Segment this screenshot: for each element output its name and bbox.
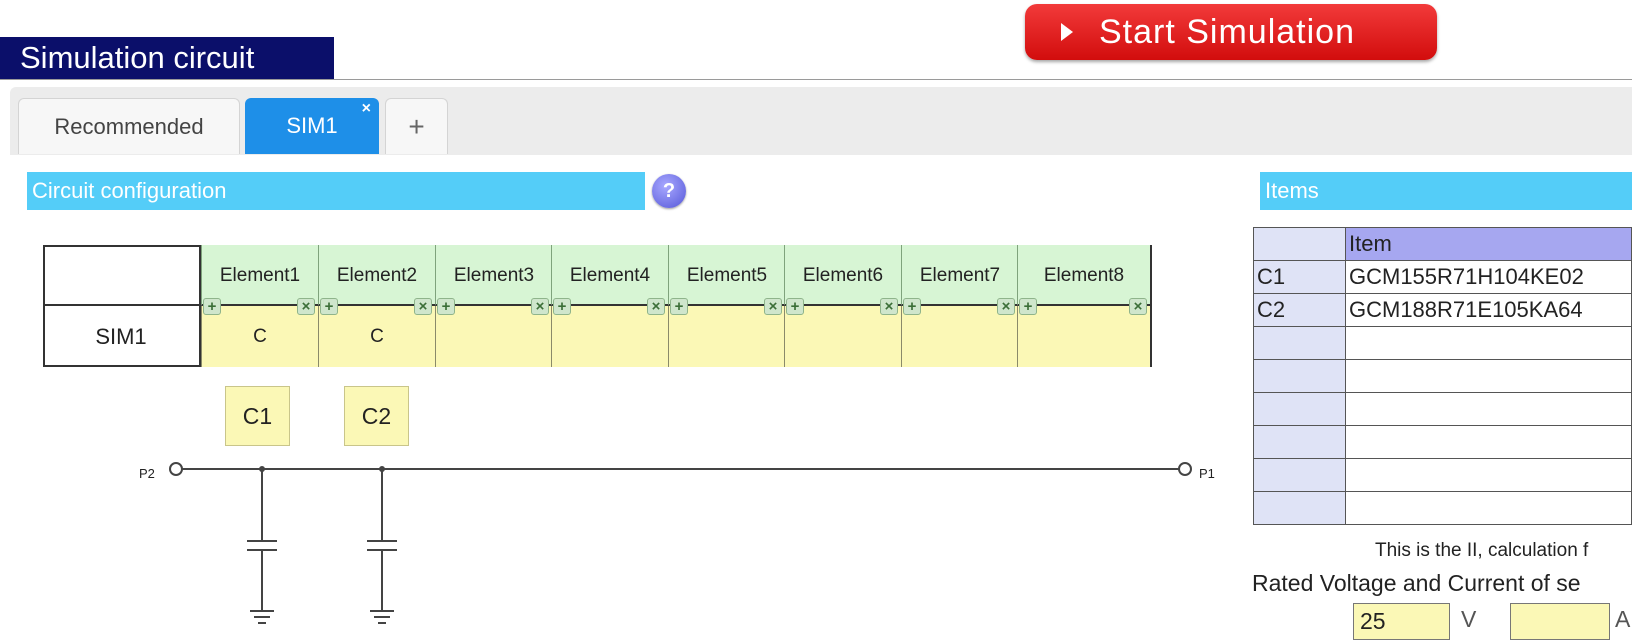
plus-icon: + (408, 110, 425, 142)
port-p1-terminal (1178, 462, 1192, 476)
element-header-8: Element8 (1017, 245, 1150, 306)
remove-element-icon[interactable]: × (880, 298, 898, 315)
voltage-unit: V (1461, 606, 1477, 632)
add-element-icon[interactable]: + (1019, 298, 1037, 315)
remove-element-icon[interactable]: × (531, 298, 549, 315)
table-row[interactable] (1253, 458, 1632, 492)
item-column-header: Item (1345, 227, 1632, 261)
add-element-icon[interactable]: + (437, 298, 455, 315)
port-p1-label: P1 (1199, 466, 1215, 481)
item-part-number[interactable] (1345, 458, 1632, 492)
remove-element-icon[interactable]: × (414, 298, 432, 315)
table-row[interactable] (1253, 425, 1632, 459)
element-cell-8[interactable] (1017, 306, 1150, 367)
rated-voltage-input[interactable]: 25 (1353, 603, 1450, 640)
table-corner (43, 245, 201, 306)
element-header-5: Element5 (668, 245, 785, 306)
help-icon[interactable]: ? (652, 174, 686, 208)
item-row-label (1253, 491, 1346, 525)
table-row[interactable] (1253, 359, 1632, 393)
sim-row-label: SIM1 (43, 306, 201, 367)
remove-element-icon[interactable]: × (647, 298, 665, 315)
tab-label: SIM1 (286, 113, 338, 138)
port-p2-label: P2 (139, 466, 155, 481)
element-header-4: Element4 (551, 245, 668, 306)
start-simulation-button[interactable]: Start Simulation (1025, 4, 1437, 60)
remove-element-icon[interactable]: × (997, 298, 1015, 315)
circuit-configuration-header: Circuit configuration (27, 172, 645, 210)
add-element-icon[interactable]: + (320, 298, 338, 315)
item-row-label: C1 (1253, 260, 1346, 294)
items-header-row: Item (1253, 227, 1632, 261)
item-row-label (1253, 326, 1346, 360)
add-element-icon[interactable]: + (903, 298, 921, 315)
calculation-note: This is the II, calculation f (1375, 540, 1589, 561)
add-element-icon[interactable]: + (553, 298, 571, 315)
tab-recommended[interactable]: Recommended (18, 98, 240, 154)
element-cell-2[interactable]: C (318, 306, 435, 367)
port-p2-terminal (169, 462, 183, 476)
table-row[interactable] (1253, 491, 1632, 525)
close-tab-icon[interactable]: × (362, 100, 371, 118)
item-row-label (1253, 425, 1346, 459)
circuit-schematic (169, 462, 1192, 624)
table-row[interactable]: C1 GCM155R71H104KE02 (1253, 260, 1632, 294)
tab-sim1[interactable]: SIM1 × (245, 98, 379, 154)
item-row-label: C2 (1253, 293, 1346, 327)
element-cell-6[interactable] (784, 306, 901, 367)
start-simulation-label: Start Simulation (1099, 12, 1355, 51)
element-header-6: Element6 (784, 245, 901, 306)
item-part-number[interactable] (1345, 491, 1632, 525)
element-cell-7[interactable] (901, 306, 1018, 367)
item-part-number[interactable] (1345, 425, 1632, 459)
item-part-number[interactable]: GCM188R71E105KA64 (1345, 293, 1632, 327)
items-table: Item C1 GCM155R71H104KE02 C2 GCM188R71E105K… (1253, 227, 1632, 525)
item-part-number[interactable] (1345, 359, 1632, 393)
remove-element-icon[interactable]: × (297, 298, 315, 315)
remove-element-icon[interactable]: × (1129, 298, 1147, 315)
items-header: Items (1260, 172, 1632, 210)
table-row[interactable]: C2 GCM188R71E105KA64 (1253, 293, 1632, 327)
component-c2[interactable]: C2 (344, 386, 409, 446)
rated-voltage-current-title: Rated Voltage and Current of se (1252, 570, 1581, 596)
add-element-icon[interactable]: + (670, 298, 688, 315)
page-title: Simulation circuit (0, 37, 334, 79)
add-element-icon[interactable]: + (203, 298, 221, 315)
element-header-1: Element1 (201, 245, 318, 306)
element-header-7: Element7 (901, 245, 1018, 306)
item-part-number[interactable] (1345, 326, 1632, 360)
element-cell-5[interactable] (668, 306, 785, 367)
component-c1[interactable]: C1 (225, 386, 290, 446)
current-unit: A (1615, 606, 1631, 632)
item-part-number[interactable] (1345, 392, 1632, 426)
element-header-3: Element3 (435, 245, 552, 306)
element-cell-4[interactable] (551, 306, 668, 367)
remove-element-icon[interactable]: × (764, 298, 782, 315)
item-part-number[interactable]: GCM155R71H104KE02 (1345, 260, 1632, 294)
play-icon (1061, 23, 1073, 41)
items-corner (1253, 227, 1346, 261)
junction-dot (379, 466, 385, 472)
junction-dot (259, 466, 265, 472)
table-row[interactable] (1253, 326, 1632, 360)
add-element-icon[interactable]: + (786, 298, 804, 315)
item-row-label (1253, 392, 1346, 426)
header-divider (0, 79, 1632, 80)
item-row-label (1253, 458, 1346, 492)
element-cell-1[interactable]: C (201, 306, 318, 367)
table-row[interactable] (1253, 392, 1632, 426)
add-tab-button[interactable]: + (385, 98, 448, 154)
element-cell-3[interactable] (435, 306, 552, 367)
rated-current-input[interactable] (1510, 603, 1610, 640)
item-row-label (1253, 359, 1346, 393)
element-header-2: Element2 (318, 245, 435, 306)
tab-label: Recommended (54, 113, 204, 139)
